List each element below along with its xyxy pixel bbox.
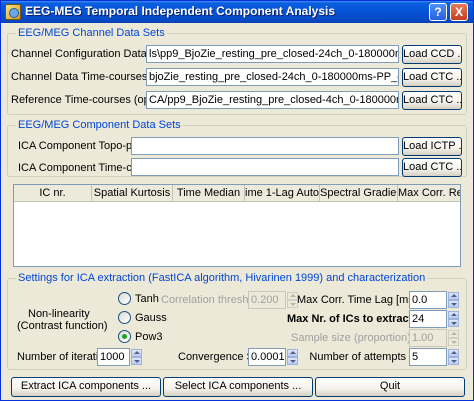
contrast-function-label: (Contrast function) xyxy=(17,320,108,332)
ica-window: EEG-MEG Temporal Independent Component A… xyxy=(0,0,474,401)
chevron-up-icon[interactable] xyxy=(287,349,298,357)
reference-timecourses-field[interactable]: CA/pp9_BjoZie_resting_pre_closed-4ch_0-1… xyxy=(146,91,399,109)
sample-size-spinner[interactable] xyxy=(448,330,459,346)
chevron-down-icon[interactable] xyxy=(448,338,459,346)
table-header: IC nr. Spatial Kurtosis Time Median ime … xyxy=(14,185,460,202)
extract-ica-button[interactable]: Extract ICA components ... xyxy=(11,377,161,397)
help-button[interactable]: ? xyxy=(429,3,447,21)
correlation-threshold-label: Correlation threshold xyxy=(161,294,264,306)
load-channel-ctc-button[interactable]: Load CTC ... xyxy=(402,68,462,87)
column-time-median[interactable]: Time Median xyxy=(173,185,245,202)
load-ccd-button[interactable]: Load CCD ... xyxy=(402,45,462,64)
column-ic-nr[interactable]: IC nr. xyxy=(14,185,92,202)
max-corr-lag-field[interactable]: 0.0 xyxy=(409,291,447,309)
radio-tanh-label[interactable]: Tanh xyxy=(135,292,159,306)
max-corr-lag-label: Max Corr. Time Lag [msec] xyxy=(297,294,429,306)
radio-pow3[interactable] xyxy=(118,330,131,343)
channel-config-field[interactable]: ls\pp9_BjoZie_resting_pre_closed-24ch_0-… xyxy=(146,45,399,63)
chevron-down-icon[interactable] xyxy=(287,357,298,365)
ica-settings-title: Settings for ICA extraction (FastICA alg… xyxy=(16,272,428,284)
close-button[interactable]: X xyxy=(450,3,468,21)
ica-timecourses-field[interactable] xyxy=(131,158,399,176)
reference-timecourses-label: Reference Time-courses (optional): xyxy=(11,94,183,106)
chevron-up-icon[interactable] xyxy=(448,292,459,300)
radio-pow3-label[interactable]: Pow3 xyxy=(135,330,163,344)
attempts-spinner[interactable] xyxy=(448,349,459,365)
column-lag-autocorr[interactable]: ime 1-Lag Autocorr xyxy=(245,185,320,202)
channel-data-field[interactable]: bjoZie_resting_pre_closed-24ch_0-180000m… xyxy=(146,68,399,86)
iterations-field[interactable]: 1000 xyxy=(97,348,130,366)
channel-data-sets-title: EEG/MEG Channel Data Sets xyxy=(16,27,167,39)
chevron-down-icon[interactable] xyxy=(448,357,459,365)
sample-size-label: Sample size (proportion) xyxy=(291,332,411,344)
radio-tanh[interactable] xyxy=(118,292,131,305)
column-max-corr-ref[interactable]: Max Corr. Ref. xyxy=(398,185,460,202)
channel-config-label: Channel Configuration Data: xyxy=(11,48,150,60)
chevron-up-icon[interactable] xyxy=(131,349,142,357)
iterations-spinner[interactable] xyxy=(131,349,142,365)
load-reference-ctc-button[interactable]: Load CTC ... xyxy=(402,91,462,110)
channel-data-label: Channel Data Time-courses: xyxy=(11,71,151,83)
ic-results-table[interactable]: IC nr. Spatial Kurtosis Time Median ime … xyxy=(13,184,461,267)
radio-gauss-label[interactable]: Gauss xyxy=(135,311,167,325)
convergence-stop-spinner[interactable] xyxy=(287,349,298,365)
correlation-threshold-field[interactable]: 0.200 xyxy=(248,291,286,309)
load-component-ctc-button[interactable]: Load CTC ... xyxy=(402,158,462,177)
ica-topoplots-field[interactable] xyxy=(131,137,399,155)
max-ics-field[interactable]: 24 xyxy=(409,310,447,328)
attempts-label: Number of attempts xyxy=(309,351,406,363)
max-ics-spinner[interactable] xyxy=(448,311,459,327)
chevron-up-icon[interactable] xyxy=(448,330,459,338)
window-title: EEG-MEG Temporal Independent Component A… xyxy=(25,4,336,18)
sample-size-field[interactable]: 1.00 xyxy=(409,329,447,347)
attempts-field[interactable]: 5 xyxy=(409,348,447,366)
radio-gauss[interactable] xyxy=(118,311,131,324)
max-corr-lag-spinner[interactable] xyxy=(448,292,459,308)
convergence-stop-field[interactable]: 0.000100 xyxy=(248,348,286,366)
max-ics-label: Max Nr. of ICs to extract xyxy=(287,313,413,325)
title-bar[interactable]: EEG-MEG Temporal Independent Component A… xyxy=(1,1,473,23)
app-icon xyxy=(5,4,21,20)
column-spectral-gradient[interactable]: Spectral Gradient xyxy=(320,185,398,202)
chevron-up-icon[interactable] xyxy=(448,311,459,319)
component-data-sets-title: EEG/MEG Component Data Sets xyxy=(16,119,183,131)
chevron-down-icon[interactable] xyxy=(448,300,459,308)
chevron-down-icon[interactable] xyxy=(131,357,142,365)
select-ica-button[interactable]: Select ICA components ... xyxy=(163,377,313,397)
chevron-up-icon[interactable] xyxy=(448,349,459,357)
load-ictp-button[interactable]: Load ICTP ... xyxy=(402,137,462,156)
column-spatial-kurtosis[interactable]: Spatial Kurtosis xyxy=(92,185,173,202)
quit-button[interactable]: Quit xyxy=(315,377,465,397)
chevron-down-icon[interactable] xyxy=(448,319,459,327)
